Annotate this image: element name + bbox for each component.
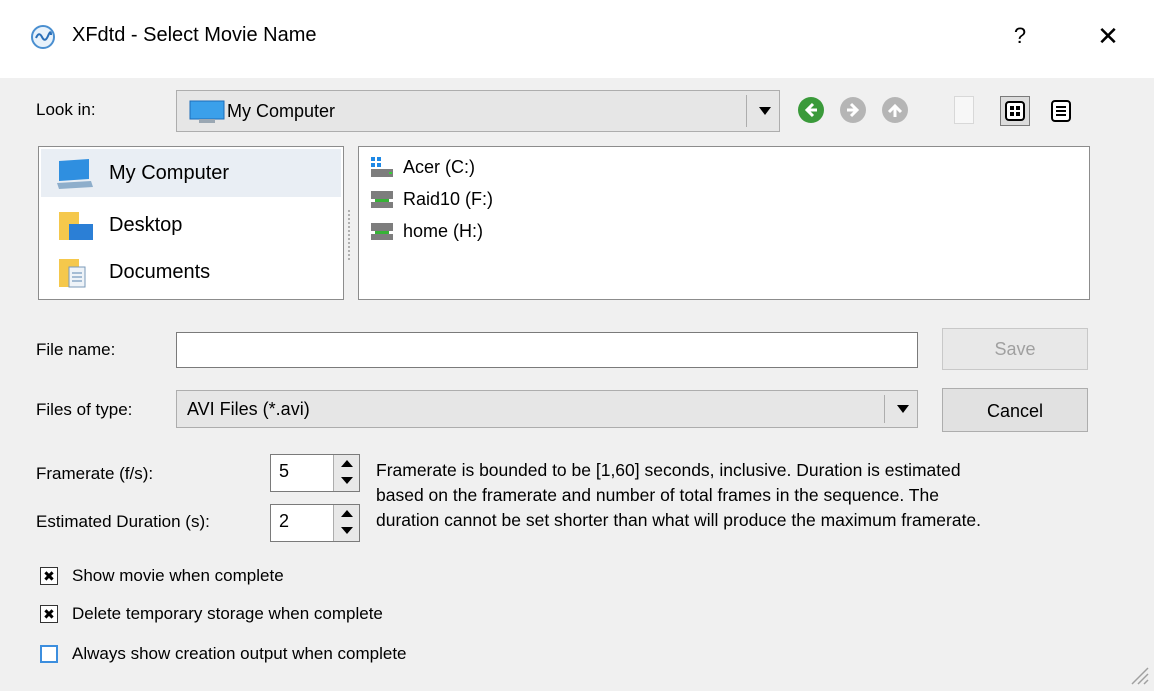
info-line: Framerate is bounded to be [1,60] second… (376, 460, 961, 480)
help-button[interactable]: ? (1004, 18, 1036, 54)
back-icon[interactable] (798, 97, 824, 123)
look-in-combo[interactable]: My Computer (176, 90, 780, 132)
duration-spinbox[interactable]: 2 (270, 504, 360, 542)
window-title: XFdtd - Select Movie Name (72, 24, 317, 46)
computer-icon (189, 100, 225, 129)
up-folder-icon[interactable] (882, 97, 908, 123)
combo-separator (746, 95, 747, 127)
framerate-label: Framerate (f/s): (36, 464, 154, 483)
detail-view-icon[interactable] (1046, 96, 1076, 126)
cancel-button[interactable]: Cancel (942, 388, 1088, 432)
chevron-up-icon (341, 460, 353, 467)
option-show-movie[interactable]: ✖ Show movie when complete (40, 564, 440, 588)
look-in-label: Look in: (36, 100, 96, 119)
option-label: Show movie when complete (72, 566, 284, 585)
forward-icon[interactable] (840, 97, 866, 123)
documents-folder-icon (55, 255, 95, 294)
splitter-handle[interactable] (348, 210, 354, 260)
network-drive-icon (369, 189, 395, 216)
app-icon (30, 24, 56, 50)
chevron-down-icon (341, 477, 353, 484)
framerate-info: Framerate is bounded to be [1,60] second… (376, 458, 981, 533)
option-label: Delete temporary storage when complete (72, 604, 383, 623)
list-item[interactable]: Acer (C:) (369, 155, 569, 181)
new-folder-icon[interactable] (954, 96, 974, 124)
list-item[interactable]: home (H:) (369, 219, 569, 245)
option-delete-temp[interactable]: ✖ Delete temporary storage when complete (40, 602, 540, 626)
chevron-down-icon (341, 527, 353, 534)
info-line: duration cannot be set shorter than what… (376, 510, 982, 530)
info-line: based on the framerate and number of tot… (376, 485, 939, 505)
option-label: Always show creation output when complet… (72, 644, 407, 663)
files-of-type-combo[interactable]: AVI Files (*.avi) (176, 390, 918, 428)
list-view-icon[interactable] (1000, 96, 1030, 126)
spin-up-button[interactable] (333, 505, 359, 523)
file-list: Acer (C:) Raid10 (F:) home (H:) (358, 146, 1090, 300)
sidebar-item-my-computer[interactable]: My Computer (41, 149, 341, 197)
computer-icon (55, 157, 95, 196)
framerate-value: 5 (279, 461, 290, 481)
spin-down-button[interactable] (333, 473, 359, 491)
sidebar-item-label: My Computer (109, 162, 230, 184)
chevron-down-icon[interactable] (897, 405, 909, 413)
resize-grip-icon[interactable] (1126, 662, 1150, 686)
list-item[interactable]: Raid10 (F:) (369, 187, 569, 213)
drive-label: home (H:) (403, 221, 484, 241)
file-name-label: File name: (36, 340, 116, 359)
spin-down-button[interactable] (333, 523, 359, 541)
checkbox-checked-icon[interactable]: ✖ (40, 605, 58, 623)
save-button[interactable]: Save (942, 328, 1088, 370)
framerate-spinbox[interactable]: 5 (270, 454, 360, 492)
files-of-type-label: Files of type: (36, 400, 133, 419)
chevron-up-icon (341, 510, 353, 517)
chevron-down-icon[interactable] (759, 107, 771, 115)
duration-label: Estimated Duration (s): (36, 512, 210, 531)
option-always-show-output[interactable]: Always show creation output when complet… (40, 642, 560, 666)
sidebar-item-documents[interactable]: Documents (41, 249, 341, 295)
sidebar-item-desktop[interactable]: Desktop (41, 202, 341, 248)
places-sidebar: My Computer Desktop Documents (38, 146, 344, 300)
drive-label: Acer (C:) (403, 157, 475, 177)
checkbox-unchecked-icon[interactable] (40, 645, 58, 663)
file-name-input[interactable] (176, 332, 918, 368)
files-of-type-value: AVI Files (*.avi) (187, 399, 310, 419)
look-in-value: My Computer (227, 101, 336, 121)
spin-up-button[interactable] (333, 455, 359, 473)
duration-value: 2 (279, 511, 290, 531)
sidebar-item-label: Desktop (109, 214, 183, 236)
checkbox-checked-icon[interactable]: ✖ (40, 567, 58, 585)
combo-separator (884, 395, 885, 423)
drive-label: Raid10 (F:) (403, 189, 494, 209)
close-button[interactable]: ✕ (1088, 18, 1128, 54)
network-drive-icon (369, 221, 395, 248)
sidebar-item-label: Documents (109, 261, 211, 283)
desktop-folder-icon (55, 208, 95, 247)
windows-drive-icon (369, 157, 395, 184)
title-bar: XFdtd - Select Movie Name ? ✕ (0, 0, 1154, 78)
